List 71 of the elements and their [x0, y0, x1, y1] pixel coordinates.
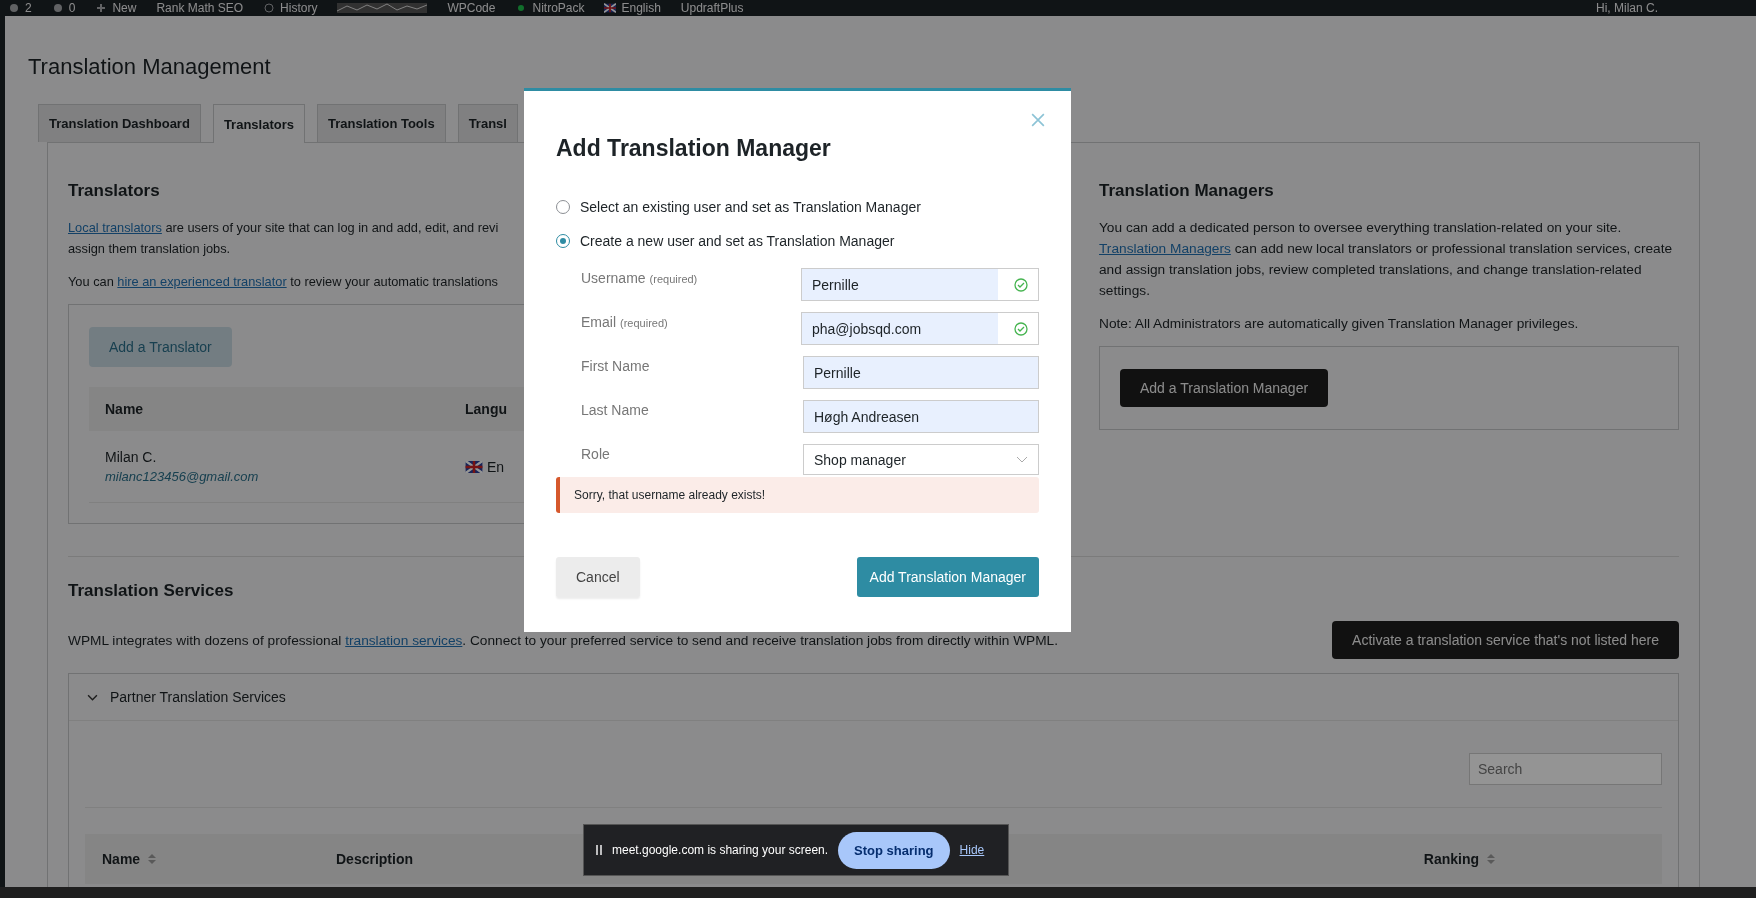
plus-icon	[95, 3, 108, 13]
admin-bar-item[interactable]	[337, 3, 428, 13]
admin-bar-item[interactable]: English	[604, 1, 661, 15]
search-field[interactable]: Search	[1469, 753, 1662, 785]
input-field[interactable]: Pernille	[801, 268, 1039, 301]
activate-service-button[interactable]: Activate a translation service that's not listed here	[1332, 621, 1679, 659]
admin-bar-item[interactable]: Rank Math SEO	[156, 1, 244, 15]
section-heading: Translation Managers	[1099, 181, 1274, 201]
field-label: Last Name	[581, 401, 649, 418]
admin-bar-item[interactable]: History	[263, 1, 318, 15]
admin-bar-item[interactable]: UpdraftPlus	[680, 1, 744, 15]
chevron-icon	[1016, 456, 1028, 463]
add-manager-button[interactable]: Add a Translation Manager	[1120, 369, 1329, 407]
hire-translator-text: You can hire an experienced translator to review your automatic translations	[68, 273, 498, 291]
admin-bar-item[interactable]: 2	[8, 1, 32, 15]
field-label: First Name	[581, 357, 650, 374]
column-header[interactable]: Ranking	[1423, 851, 1479, 867]
cancel-button[interactable]: Cancel	[556, 557, 640, 597]
hide-link[interactable]: Hide	[959, 843, 985, 857]
services-description: WPML integrates with dozens of professional translation services. Connect to your preferred service to send and receive translation jobs from directly within WPML.	[68, 631, 1058, 650]
flag-icon	[465, 460, 483, 473]
partner-services-toggle[interactable]: Partner Translation Services	[69, 674, 1678, 721]
role-dropdown[interactable]: Shop manager	[803, 444, 1039, 475]
translators-description: Local translators are users of your site that can log in and add, edit, and revi assign them translation jobs.	[68, 219, 499, 258]
tab[interactable]: Translators	[212, 104, 305, 143]
error-message: Sorry, that username already exists!	[556, 477, 1039, 513]
input-field[interactable]: pha@jobsqd.com	[801, 312, 1039, 345]
add-manager-submit-button[interactable]: Add Translation Manager	[856, 557, 1039, 597]
managers-note: Note: All Administrators are automatically given Translation Manager privileges.	[1099, 315, 1580, 333]
translator-email: milanc123456@gmail.com	[105, 469, 260, 484]
admin-bar-item[interactable]: New	[95, 1, 137, 15]
stop-sharing-button[interactable]: Stop sharing	[838, 831, 950, 869]
sort-icon[interactable]	[148, 854, 157, 864]
local-translators-link[interactable]: Local translators	[68, 220, 162, 235]
hire-translator-link[interactable]: hire an experienced translator	[117, 274, 287, 289]
clock-icon	[263, 3, 276, 13]
field-label: Username (required)	[581, 269, 698, 286]
translator-language: En	[487, 458, 505, 475]
drag-handle-icon[interactable]	[596, 845, 602, 855]
tab[interactable]: Translation Tools	[316, 104, 446, 142]
section-heading: Translators	[68, 181, 160, 201]
translation-managers-link[interactable]: Translation Managers	[1099, 241, 1231, 256]
share-message: meet.google.com is sharing your screen.	[612, 843, 829, 857]
field-label: Email (required)	[581, 313, 668, 330]
field-label: Role	[581, 445, 610, 462]
check-icon	[1014, 277, 1028, 292]
user-greeting[interactable]: Hi, Milan C.	[1596, 1, 1658, 15]
admin-bar-item[interactable]: WPCode	[447, 1, 496, 15]
managers-description: You can add a dedicated person to oversee everything translation-related on your site. Translation Managers can add new local translators or professional translation services, create and assign translation jobs, review completed translations, and change translation-related settings.	[1099, 219, 1674, 300]
sort-icon[interactable]	[1487, 854, 1495, 864]
flag-icon	[604, 3, 617, 13]
column-header: Langu	[465, 401, 507, 417]
page-title: Translation Management	[28, 54, 272, 80]
traffic-graph-icon	[337, 3, 428, 13]
column-header[interactable]: Name	[102, 851, 141, 867]
tab[interactable]: Transl	[457, 104, 518, 142]
dialog-title: Add Translation Manager	[556, 135, 832, 162]
input-field[interactable]: Høgh Andreasen	[803, 400, 1039, 433]
translator-name: Milan C.	[105, 449, 158, 465]
chevron-icon	[87, 693, 98, 701]
tab[interactable]: Translation Dashboard	[38, 104, 201, 142]
column-header[interactable]: Description	[336, 851, 413, 867]
column-header: Name	[105, 401, 145, 417]
admin-bar-item[interactable]: 0	[51, 1, 76, 15]
check-icon	[1014, 321, 1028, 336]
input-field[interactable]: Pernille	[803, 356, 1039, 389]
admin-bar-item[interactable]: NitroPack	[515, 1, 585, 15]
radio-option[interactable]: Select an existing user and set as Translation Manager	[556, 199, 1039, 215]
section-heading: Translation Services	[68, 581, 234, 601]
radio-option[interactable]: Create a new user and set as Translation Manager	[556, 233, 1039, 249]
close-icon[interactable]	[1029, 111, 1047, 129]
